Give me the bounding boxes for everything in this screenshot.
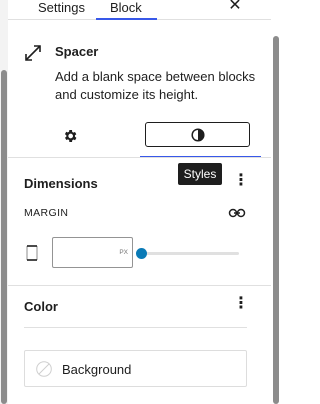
block-description: Add a blank space between blocks and cus… xyxy=(55,69,256,102)
margin-label: MARGIN xyxy=(24,207,69,219)
color-options-button[interactable]: ⋮ xyxy=(233,296,249,312)
background-label: Background xyxy=(62,362,132,377)
block-card: Spacer Add a blank space between blocks … xyxy=(8,20,271,114)
dimensions-title: Dimensions xyxy=(24,176,98,191)
color-header-divider xyxy=(24,327,247,328)
block-title: Spacer xyxy=(55,44,99,59)
style-tabs-divider xyxy=(8,157,271,158)
gear-icon xyxy=(64,130,77,142)
sidebar-tabs: Settings Block ✕ xyxy=(8,0,271,20)
dimensions-options-button[interactable]: ⋮ xyxy=(233,173,249,189)
left-scroll-track[interactable] xyxy=(0,0,8,404)
styles-tab[interactable] xyxy=(145,122,250,147)
tab-block[interactable]: Block xyxy=(110,0,142,16)
block-inspector-panel: Settings Block ✕ Spacer Add a blank spac… xyxy=(8,0,271,404)
unit-label: PX xyxy=(119,249,128,256)
styles-tooltip: Styles xyxy=(178,163,222,185)
half-circle-icon xyxy=(190,127,205,142)
close-icon[interactable]: ✕ xyxy=(227,0,243,14)
background-color-item[interactable]: Background xyxy=(24,350,247,387)
link-icon[interactable] xyxy=(228,206,246,220)
margin-slider-track[interactable] xyxy=(141,252,239,255)
color-title: Color xyxy=(24,299,58,314)
margin-value-input[interactable]: PX xyxy=(52,237,133,268)
sides-icon[interactable] xyxy=(26,245,38,261)
arrow-diagonal-icon xyxy=(25,45,41,61)
inspector-style-tabs xyxy=(8,114,271,158)
section-divider xyxy=(8,285,271,286)
empty-swatch-icon xyxy=(36,361,52,377)
margin-slider-thumb[interactable] xyxy=(136,248,147,259)
right-scrollbar-thumb[interactable] xyxy=(273,36,279,404)
left-scrollbar-thumb[interactable] xyxy=(1,70,7,404)
settings-tab[interactable] xyxy=(58,124,82,148)
tab-settings[interactable]: Settings xyxy=(38,0,85,16)
